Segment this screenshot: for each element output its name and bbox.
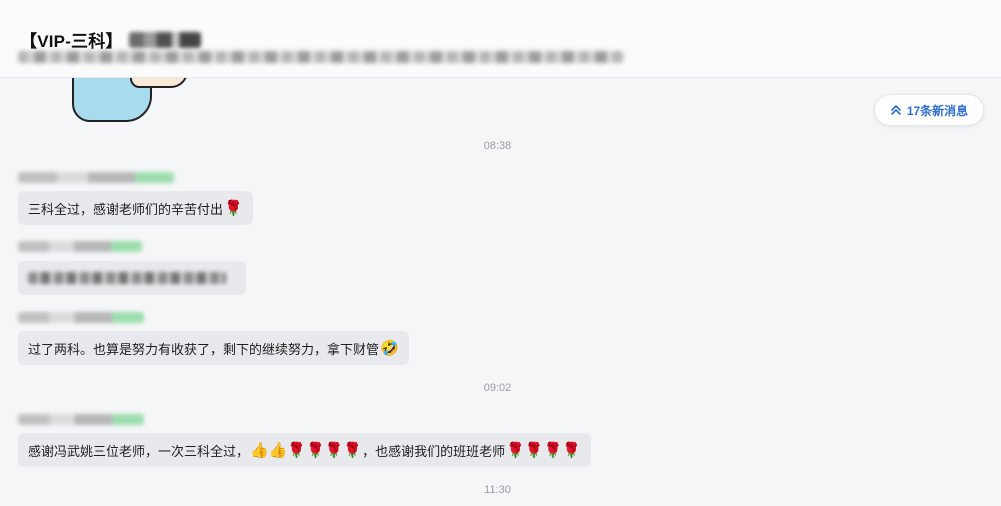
- chat-header: 【VIP-三科】: [0, 0, 1001, 78]
- message-text-continued: ，也感谢我们的班班老师: [362, 443, 506, 459]
- double-chevron-up-icon: [891, 105, 901, 115]
- message-bubble[interactable]: 三科全过，感谢老师们的辛苦付出 🌹: [18, 191, 253, 225]
- message-timestamp: 11:30: [484, 484, 511, 496]
- chat-window: 【VIP-三科】 17条新消息 08:38 三科全过，感谢老师们的辛苦付出 🌹 …: [0, 0, 1001, 506]
- redacted-sender-name: [18, 312, 144, 323]
- rofl-emoji: 🤣: [380, 339, 399, 357]
- message-bubble[interactable]: 感谢冯武姚三位老师，一次三科全过， 👍👍🌹🌹🌹🌹 ，也感谢我们的班班老师 🌹🌹🌹…: [18, 433, 591, 467]
- redacted-sender-name: [18, 172, 174, 183]
- rose-emoji: 🌹: [224, 199, 243, 217]
- new-messages-label: 17条新消息: [906, 103, 969, 118]
- new-messages-button[interactable]: 17条新消息: [874, 94, 984, 126]
- redacted-message-bubble[interactable]: [18, 261, 246, 295]
- redacted-message-text: [28, 272, 226, 284]
- message-timestamp: 08:38: [483, 140, 512, 152]
- redacted-group-description: [18, 51, 624, 63]
- thumbs-up-rose-emojis: 👍👍🌹🌹🌹🌹: [250, 441, 363, 459]
- redacted-sender-name: [18, 241, 142, 252]
- message-text: 三科全过，感谢老师们的辛苦付出: [28, 201, 224, 217]
- message-text: 感谢冯武姚三位老师，一次三科全过，: [28, 443, 250, 459]
- chat-title: 【VIP-三科】: [20, 32, 123, 51]
- redacted-sender-name: [18, 414, 144, 425]
- message-timestamp: 09:02: [483, 382, 512, 394]
- message-bubble[interactable]: 过了两科。也算是努力有收获了，剩下的继续努力，拿下财管 🤣: [18, 331, 409, 365]
- redacted-group-name: [128, 31, 201, 48]
- chat-title-row: 【VIP-三科】: [20, 27, 201, 52]
- message-text: 过了两科。也算是努力有收获了，剩下的继续努力，拿下财管: [28, 341, 380, 357]
- rose-emojis: 🌹🌹🌹🌹: [506, 441, 581, 459]
